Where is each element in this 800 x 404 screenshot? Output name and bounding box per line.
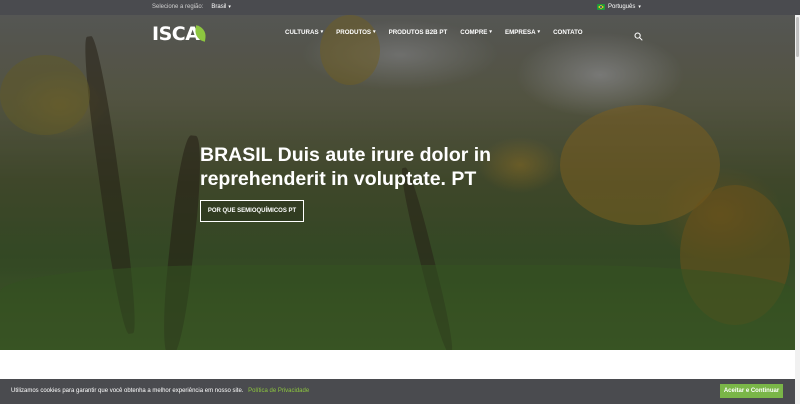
nav-item-label: PRODUTOS B2B PT [388, 29, 448, 36]
nav-item-empresa[interactable]: EMPRESA ▾ [505, 29, 540, 36]
region-dropdown[interactable]: Brasil ▾ [211, 4, 231, 10]
privacy-policy-link[interactable]: Política de Privacidade [248, 388, 309, 394]
search-icon[interactable] [634, 28, 643, 41]
cookie-message: Utilizamos cookies para garantir que voc… [11, 388, 309, 394]
nav-item-produtos[interactable]: PRODUTOS ▾ [336, 29, 375, 36]
scrollbar-thumb[interactable] [796, 17, 799, 57]
nav-item-label: CONTATO [553, 29, 583, 36]
nav-item-label: COMPRE [460, 29, 488, 36]
region-value: Brasil [211, 4, 227, 10]
chevron-down-icon: ▾ [228, 3, 231, 10]
chevron-down-icon: ▾ [373, 29, 376, 35]
nav-item-label: CULTURAS [285, 29, 319, 36]
nav-item-label: EMPRESA [504, 29, 536, 36]
accept-cookies-button[interactable]: Aceitar e Continuar [720, 384, 783, 398]
cookie-banner: Utilizamos cookies para garantir que voc… [0, 379, 795, 404]
nav-item-label: PRODUTOS [336, 29, 372, 36]
cookie-text: Utilizamos cookies para garantir que voc… [11, 388, 244, 394]
nav-item-contato[interactable]: CONTATO [553, 29, 583, 36]
chevron-down-icon: ▾ [489, 29, 492, 35]
logo-text: ISCA [152, 23, 200, 45]
hero-title: BRASIL Duis aute irure dolor in reprehen… [200, 144, 492, 190]
region-label: Selecione a região: [152, 4, 204, 10]
isca-logo[interactable]: ISCA [152, 23, 208, 45]
chevron-down-icon: ▾ [320, 29, 324, 35]
nav-item-culturas[interactable]: CULTURAS ▾ [285, 29, 323, 36]
why-semiochemicals-button[interactable]: POR QUE SEMIOQUÍMICOS PT [200, 200, 304, 222]
main-nav: CULTURAS ▾ PRODUTOS ▾ PRODUTOS B2B PT CO… [285, 29, 596, 36]
region-selector: Selecione a região: Brasil ▾ [152, 4, 231, 10]
nav-item-produtos-b2b[interactable]: PRODUTOS B2B PT [389, 29, 448, 36]
page: Selecione a região: Brasil ▾ Português ▾… [0, 0, 800, 404]
language-selector[interactable]: Português ▾ [597, 4, 641, 10]
language-value: Português [608, 4, 636, 10]
brazil-flag-icon [597, 4, 605, 10]
page-scrollbar[interactable] [795, 15, 800, 404]
nav-item-compre[interactable]: COMPRE ▾ [460, 29, 492, 36]
chevron-down-icon: ▾ [537, 29, 541, 35]
chevron-down-icon: ▾ [638, 3, 641, 10]
top-bar: Selecione a região: Brasil ▾ Português ▾ [0, 0, 800, 15]
